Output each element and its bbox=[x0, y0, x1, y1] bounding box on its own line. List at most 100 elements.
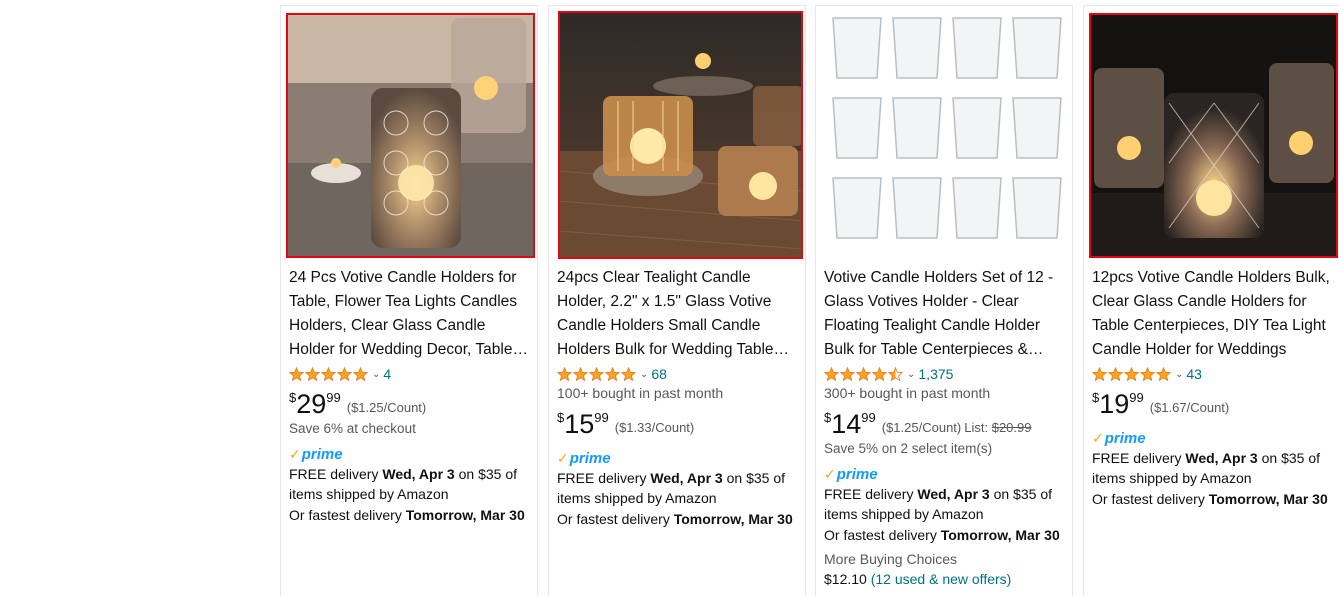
results-grid: 24 Pcs Votive Candle Holders for Table, … bbox=[280, 5, 1339, 596]
price-currency: $ bbox=[289, 390, 297, 405]
star-icon bbox=[824, 366, 839, 381]
product-image[interactable] bbox=[1089, 13, 1338, 258]
delivery-date: Wed, Apr 3 bbox=[382, 466, 455, 482]
delivery-date: Wed, Apr 3 bbox=[1185, 450, 1258, 466]
price-fraction: 99 bbox=[594, 410, 609, 425]
fastest-prefix: Or fastest delivery bbox=[557, 511, 674, 527]
star-icon bbox=[856, 366, 871, 381]
prime-check-icon: ✓ bbox=[557, 449, 569, 466]
price-whole: 15 bbox=[564, 409, 595, 439]
unit-price: ($1.67/Count) bbox=[1149, 400, 1230, 415]
product-card: 12pcs Votive Candle Holders Bulk, Clear … bbox=[1083, 5, 1339, 596]
price[interactable]: $ 14 99 ($1.25/Count) List: $20.99 bbox=[824, 409, 1068, 439]
rating-count[interactable]: 68 bbox=[651, 366, 667, 382]
product-details: 24 Pcs Votive Candle Holders for Table, … bbox=[289, 266, 533, 525]
delivery-prefix: FREE delivery bbox=[289, 466, 383, 482]
star-rating[interactable] bbox=[289, 366, 368, 382]
star-icon bbox=[621, 366, 636, 381]
product-title[interactable]: 12pcs Votive Candle Holders Bulk, Clear … bbox=[1092, 266, 1336, 362]
delivery-prefix: FREE delivery bbox=[557, 470, 651, 486]
delivery-info: FREE delivery Wed, Apr 3 on $35 of items… bbox=[289, 464, 533, 504]
unit-price: ($1.33/Count) bbox=[614, 420, 695, 435]
rating-count[interactable]: 1,375 bbox=[918, 366, 953, 382]
star-icon bbox=[1124, 366, 1139, 381]
product-title[interactable]: 24pcs Clear Tealight Candle Holder, 2.2"… bbox=[557, 266, 801, 362]
prime-badge: ✓ prime bbox=[557, 449, 801, 467]
rating-count[interactable]: 43 bbox=[1186, 366, 1202, 382]
product-card: 24pcs Clear Tealight Candle Holder, 2.2"… bbox=[548, 5, 806, 596]
prime-logo: prime bbox=[836, 465, 878, 483]
bought-in-past-month: 300+ bought in past month bbox=[824, 385, 991, 401]
star-icon bbox=[605, 366, 620, 381]
rating-row: ⌄ 68 bbox=[557, 364, 801, 384]
chevron-down-icon[interactable]: ⌄ bbox=[1175, 369, 1183, 380]
delivery-info: FREE delivery Wed, Apr 3 on $35 of items… bbox=[824, 484, 1068, 524]
product-image[interactable] bbox=[286, 13, 535, 258]
savings-text: Save 5% on 2 select item(s) bbox=[824, 441, 993, 456]
product-title[interactable]: 24 Pcs Votive Candle Holders for Table, … bbox=[289, 266, 533, 362]
more-buying-choices: More Buying Choices bbox=[824, 551, 958, 567]
star-icon bbox=[573, 366, 588, 381]
prime-check-icon: ✓ bbox=[289, 445, 301, 462]
prime-badge: ✓ prime bbox=[1092, 429, 1336, 447]
price[interactable]: $ 29 99 ($1.25/Count) bbox=[289, 389, 533, 418]
rating-row: ⌄ 1,375 bbox=[824, 364, 1068, 384]
product-details: 24pcs Clear Tealight Candle Holder, 2.2"… bbox=[557, 266, 801, 529]
fastest-date: Tomorrow, Mar 30 bbox=[405, 507, 525, 523]
delivery-info: FREE delivery Wed, Apr 3 on $35 of items… bbox=[557, 468, 801, 508]
product-image[interactable] bbox=[821, 13, 1070, 258]
fastest-date: Tomorrow, Mar 30 bbox=[1208, 491, 1328, 507]
price[interactable]: $ 19 99 ($1.67/Count) bbox=[1092, 389, 1336, 419]
savings-text: Save 6% at checkout bbox=[289, 421, 416, 436]
fastest-delivery: Or fastest delivery Tomorrow, Mar 30 bbox=[1092, 489, 1336, 509]
prime-logo: prime bbox=[301, 445, 343, 463]
star-icon bbox=[557, 366, 572, 381]
price-currency: $ bbox=[824, 410, 832, 425]
delivery-date: Wed, Apr 3 bbox=[650, 470, 723, 486]
star-icon bbox=[305, 366, 320, 381]
rating-count[interactable]: 4 bbox=[383, 366, 391, 382]
star-icon bbox=[1140, 366, 1155, 381]
fastest-prefix: Or fastest delivery bbox=[824, 527, 941, 543]
product-details: Votive Candle Holders Set of 12 - Glass … bbox=[824, 266, 1068, 589]
star-icon bbox=[321, 366, 336, 381]
star-rating[interactable] bbox=[824, 366, 903, 382]
star-icon bbox=[888, 366, 903, 381]
fastest-delivery: Or fastest delivery Tomorrow, Mar 30 bbox=[824, 525, 1068, 545]
fastest-prefix: Or fastest delivery bbox=[289, 507, 406, 523]
prime-logo: prime bbox=[1104, 429, 1146, 447]
price-currency: $ bbox=[1092, 390, 1100, 405]
star-icon bbox=[1156, 366, 1171, 381]
chevron-down-icon[interactable]: ⌄ bbox=[372, 369, 380, 380]
price-fraction: 99 bbox=[861, 410, 876, 425]
prime-check-icon: ✓ bbox=[824, 465, 836, 482]
chevron-down-icon[interactable]: ⌄ bbox=[907, 369, 915, 380]
more-price-value: $12.10 bbox=[824, 571, 867, 587]
price-whole: 14 bbox=[831, 409, 862, 439]
fastest-prefix: Or fastest delivery bbox=[1092, 491, 1209, 507]
star-rating[interactable] bbox=[557, 366, 636, 382]
used-new-offers-link[interactable]: (12 used & new offers) bbox=[871, 571, 1012, 587]
fastest-delivery: Or fastest delivery Tomorrow, Mar 30 bbox=[289, 505, 533, 525]
star-icon bbox=[840, 366, 855, 381]
product-card: Votive Candle Holders Set of 12 - Glass … bbox=[815, 5, 1073, 596]
price[interactable]: $ 15 99 ($1.33/Count) bbox=[557, 409, 801, 439]
star-icon bbox=[337, 366, 352, 381]
price-fraction: 99 bbox=[1129, 390, 1144, 405]
price-whole: 19 bbox=[1099, 389, 1130, 419]
price-fraction: 99 bbox=[326, 390, 341, 405]
chevron-down-icon[interactable]: ⌄ bbox=[640, 369, 648, 380]
prime-logo: prime bbox=[569, 449, 611, 467]
prime-check-icon: ✓ bbox=[1092, 429, 1104, 446]
product-details: 12pcs Votive Candle Holders Bulk, Clear … bbox=[1092, 266, 1336, 509]
delivery-date: Wed, Apr 3 bbox=[917, 486, 990, 502]
list-price: List: $20.99 bbox=[964, 420, 1031, 435]
star-rating[interactable] bbox=[1092, 366, 1171, 382]
product-image[interactable] bbox=[558, 11, 803, 259]
product-title[interactable]: Votive Candle Holders Set of 12 - Glass … bbox=[824, 266, 1068, 362]
star-icon bbox=[1108, 366, 1123, 381]
price-currency: $ bbox=[557, 410, 565, 425]
star-icon bbox=[872, 366, 887, 381]
unit-price: ($1.25/Count) bbox=[881, 420, 962, 435]
delivery-info: FREE delivery Wed, Apr 3 on $35 of items… bbox=[1092, 448, 1336, 488]
